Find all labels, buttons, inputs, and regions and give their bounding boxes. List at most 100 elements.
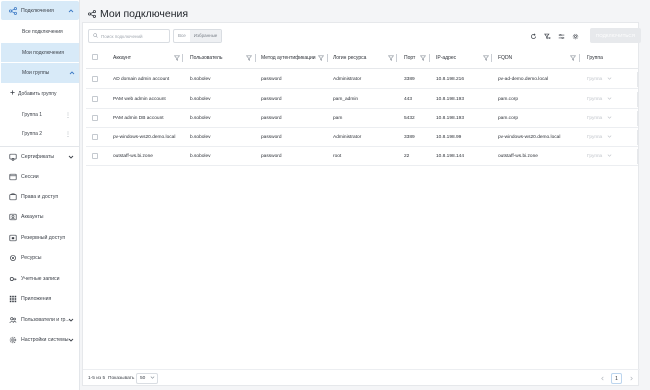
- app-window: Подключения Все подключения Мои подключе…: [0, 0, 650, 390]
- accounts-icon: [9, 213, 17, 221]
- group-label: Группа 2: [22, 131, 43, 137]
- settings-icon[interactable]: [571, 32, 579, 40]
- cell-fqdn: pv-ad-demo.demo.local: [498, 77, 549, 82]
- chevron-down-icon[interactable]: [68, 317, 74, 323]
- sidebar-item-rights[interactable]: Права и доступ: [0, 187, 80, 207]
- row-checkbox[interactable]: [92, 115, 98, 121]
- connections-panel: Поиск подключений Все Избранные ПОДКЛЮЧИ…: [82, 22, 641, 387]
- row-checkbox[interactable]: [92, 96, 98, 102]
- sidebar-item-my-groups[interactable]: Мои группы: [1, 63, 79, 83]
- row-divider: [637, 72, 638, 87]
- sidebar-item-label: Резервный доступ: [21, 235, 66, 241]
- sidebar-item-certificates[interactable]: Сертификаты: [0, 147, 80, 167]
- system-settings-icon: [9, 336, 17, 344]
- table-row[interactable]: PAM web admin account b.sobolev password…: [86, 90, 638, 109]
- filter-all-button[interactable]: Все: [174, 30, 190, 42]
- chevron-left-icon[interactable]: [598, 374, 606, 382]
- chevron-up-icon[interactable]: [69, 70, 75, 78]
- column-divider: [396, 54, 397, 62]
- sidebar-group-item[interactable]: Группа 2 ⋮: [1, 125, 79, 143]
- connect-button[interactable]: ПОДКЛЮЧИТЬСЯ: [590, 28, 641, 43]
- chevron-down-icon: [607, 76, 612, 83]
- chevron-down-icon: [607, 115, 612, 122]
- column-header-group[interactable]: Группа: [587, 55, 603, 61]
- cell-auth: password: [261, 77, 282, 82]
- table-row[interactable]: outstaff-ws.bi.zone b.sobolev password r…: [86, 147, 638, 166]
- refresh-icon[interactable]: [529, 32, 537, 40]
- group-select[interactable]: Группа: [587, 115, 612, 122]
- select-all-checkbox[interactable]: [92, 54, 98, 60]
- filter-favorites-button[interactable]: Избранные: [189, 30, 222, 42]
- column-header-auth-method[interactable]: Метод аутентификации: [261, 55, 316, 61]
- filter-icon[interactable]: [569, 55, 577, 61]
- backup-access-icon: [9, 234, 17, 242]
- sidebar-item-accounts[interactable]: Аккаунты: [0, 207, 80, 227]
- table-row[interactable]: pv-windows-ws20.demo.local b.sobolev pas…: [86, 128, 638, 147]
- filter-icon[interactable]: [317, 55, 325, 61]
- filter-clear-icon[interactable]: [543, 32, 551, 40]
- sidebar-item-backup-access[interactable]: Резервный доступ: [0, 228, 80, 248]
- certificate-icon: [9, 153, 17, 161]
- sidebar-item-my-connections[interactable]: Мои подключения: [1, 43, 79, 62]
- sidebar-item-credentials[interactable]: Учетные записи: [0, 269, 80, 289]
- add-group-button[interactable]: Добавить группу: [10, 90, 56, 97]
- page-size-label: Показывать: [108, 376, 135, 381]
- filter-icon[interactable]: [245, 55, 253, 61]
- group-select[interactable]: Группа: [587, 134, 612, 141]
- cell-ip: 10.8.198.216: [436, 77, 465, 82]
- sidebar-item-resources[interactable]: Ресурсы: [0, 248, 80, 268]
- row-divider: [637, 111, 638, 126]
- sidebar-item-apps[interactable]: Приложения: [0, 289, 80, 309]
- table-row[interactable]: AD domain admin account b.sobolev passwo…: [86, 70, 638, 89]
- sidebar-item-system-settings[interactable]: Настройки системы: [0, 330, 80, 350]
- resources-icon: [9, 254, 17, 262]
- credentials-icon: [9, 275, 17, 283]
- column-header-user[interactable]: Пользователь: [190, 55, 222, 61]
- column-settings-icon[interactable]: [557, 32, 565, 40]
- group-select[interactable]: Группа: [587, 96, 612, 103]
- cell-account: PAM web admin account: [113, 97, 166, 102]
- column-header-fqdn[interactable]: FQDN: [498, 55, 512, 61]
- row-divider: [637, 149, 638, 164]
- sidebar-item-sessions[interactable]: Сессии: [0, 167, 80, 187]
- table-footer: 1-5 из 5 Показывать 50 1: [83, 369, 640, 387]
- chevron-down-icon[interactable]: [68, 337, 74, 343]
- column-header-ip[interactable]: IP-адрес: [436, 55, 456, 61]
- row-checkbox[interactable]: [92, 153, 98, 159]
- row-divider: [637, 130, 638, 145]
- sidebar-item-all-connections[interactable]: Все подключения: [1, 22, 79, 41]
- sidebar-item-users-groups[interactable]: Пользователи и гр...: [0, 310, 80, 330]
- column-header-port[interactable]: Порт: [404, 55, 415, 61]
- chevron-up-icon[interactable]: [68, 8, 74, 14]
- filter-icon[interactable]: [173, 55, 181, 61]
- chevron-down-icon[interactable]: [68, 154, 74, 160]
- row-checkbox[interactable]: [92, 76, 98, 82]
- table-header: Аккаунт Пользователь Метод аутентификаци…: [86, 48, 638, 69]
- pagination-page[interactable]: 1: [611, 373, 622, 384]
- group-select[interactable]: Группа: [587, 76, 612, 83]
- table-row[interactable]: PAM admin DB account b.sobolev password …: [86, 109, 638, 128]
- column-divider: [255, 54, 256, 62]
- column-header-resource-login[interactable]: Логин ресурса: [333, 55, 366, 61]
- chevron-right-icon[interactable]: [627, 374, 635, 382]
- cell-ip: 10.8.198.144: [436, 154, 465, 159]
- more-vertical-icon[interactable]: ⋮: [65, 131, 71, 138]
- sidebar-item-connections[interactable]: Подключения: [1, 1, 79, 20]
- search-input[interactable]: Поиск подключений: [88, 29, 170, 43]
- filter-icon[interactable]: [387, 55, 395, 61]
- group-select[interactable]: Группа: [587, 153, 612, 160]
- filter-icon[interactable]: [482, 55, 490, 61]
- more-vertical-icon[interactable]: ⋮: [65, 112, 71, 119]
- sidebar-item-label: Учетные записи: [21, 276, 60, 282]
- cell-fqdn: pv-windows-ws20.demo.local: [498, 135, 561, 140]
- sessions-icon: [9, 173, 17, 181]
- page-size-select[interactable]: 50: [136, 373, 158, 384]
- column-header-account[interactable]: Аккаунт: [113, 55, 131, 61]
- sidebar-group-item[interactable]: Группа 1 ⋮: [1, 106, 79, 124]
- users-icon: [9, 316, 17, 324]
- filter-icon[interactable]: [419, 55, 427, 61]
- row-checkbox[interactable]: [92, 134, 98, 140]
- column-divider: [182, 54, 183, 62]
- group-select-value: Группа: [587, 154, 603, 159]
- group-select-value: Группа: [587, 97, 603, 102]
